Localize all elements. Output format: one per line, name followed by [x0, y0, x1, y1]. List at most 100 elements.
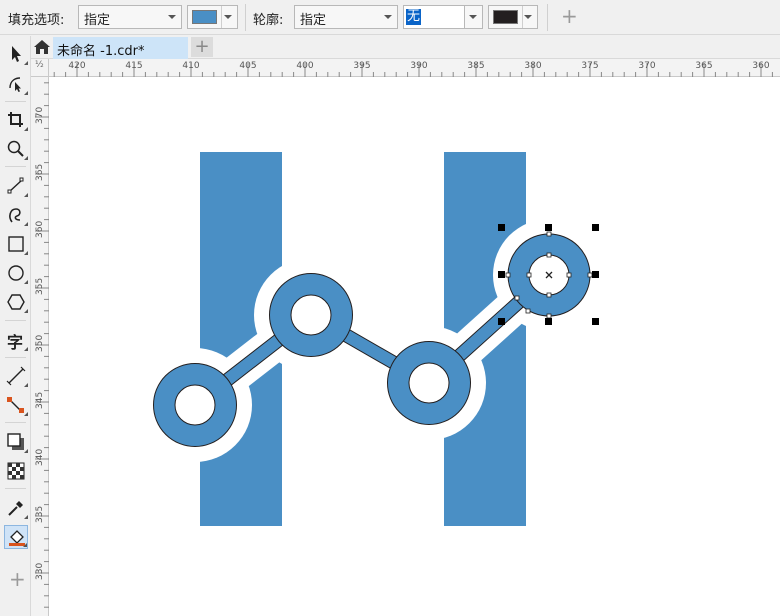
- flyout-indicator: [24, 61, 28, 65]
- flyout-indicator: [24, 156, 28, 160]
- fill-options-label: 填充选项:: [8, 13, 65, 28]
- flyout-indicator: [24, 127, 28, 131]
- shape-node-icon: [9, 77, 21, 92]
- ruler-label: 370: [638, 61, 656, 71]
- vertical-ruler[interactable]: 370 365 360 355 350 345 340 335 330: [31, 77, 49, 616]
- resize-handle-s: [545, 318, 552, 325]
- resize-handle-e: [592, 271, 599, 278]
- flyout-indicator: [24, 383, 28, 387]
- ruler-label: 385: [467, 61, 485, 71]
- corel-draw-window: 填充选项: 指定 轮廓: 指定 无 + 字 + 未命名 -1.cdr* + ½ …: [0, 0, 780, 616]
- resize-handle-n: [545, 224, 552, 231]
- ruler-label: 420: [68, 61, 86, 71]
- resize-handle-sw: [498, 318, 505, 325]
- interactive-fill-tool-button[interactable]: [4, 525, 28, 549]
- document-tab[interactable]: 未命名 -1.cdr*: [53, 37, 188, 59]
- polygon-tool-button[interactable]: [4, 290, 28, 314]
- ruler-label: 330: [35, 562, 45, 580]
- ruler-label: 360: [35, 220, 45, 238]
- ruler-label: 350: [35, 334, 45, 352]
- fill-color-swatch: [192, 10, 217, 24]
- home-icon: [34, 40, 50, 54]
- ruler-label: 380: [524, 61, 542, 71]
- outline-color-picker[interactable]: [488, 5, 538, 29]
- connector-tool-button[interactable]: [4, 393, 28, 417]
- outline-type-value: 指定: [300, 13, 327, 28]
- outline-width-input[interactable]: 无: [403, 5, 465, 29]
- flyout-indicator: [24, 222, 28, 226]
- divider: [547, 4, 548, 31]
- property-bar: 填充选项: 指定 轮廓: 指定 无 +: [0, 0, 780, 35]
- parallel-dimension-tool-button[interactable]: [4, 364, 28, 388]
- flyout-indicator: [24, 449, 28, 453]
- ruler-label: 365: [35, 163, 45, 181]
- dimension-line-icon: [6, 366, 26, 386]
- crop-tool-button[interactable]: [4, 108, 28, 132]
- ruler-label: 375: [581, 61, 599, 71]
- divider: [5, 320, 26, 321]
- ellipse-icon: [8, 265, 24, 281]
- ruler-label: 340: [35, 448, 45, 466]
- toolbox: 字 +: [0, 36, 31, 616]
- flyout-indicator: [24, 515, 28, 519]
- chevron-down-icon: [220, 6, 237, 28]
- outline-width-dropdown[interactable]: [464, 5, 483, 29]
- divider: [5, 166, 26, 167]
- welcome-screen-tab[interactable]: [31, 36, 53, 59]
- ruler-label: 365: [695, 61, 713, 71]
- drop-shadow-icon: [7, 433, 24, 450]
- add-tool-button[interactable]: +: [9, 569, 26, 589]
- divider: [245, 4, 246, 31]
- outline-color-swatch: [493, 10, 518, 24]
- artistic-media-tool-button[interactable]: [4, 203, 28, 227]
- flyout-indicator: [24, 91, 28, 95]
- divider: [5, 488, 26, 489]
- connector-icon: [7, 397, 24, 413]
- outline-width-value: 无: [406, 9, 422, 25]
- freehand-line-icon: [7, 177, 24, 194]
- shape-tool-button[interactable]: [4, 72, 28, 96]
- new-document-tab-button[interactable]: +: [191, 37, 213, 57]
- artwork: [138, 152, 605, 526]
- hexagon-icon: [7, 294, 25, 310]
- pointer-arrow-icon: [12, 46, 21, 62]
- magnifier-icon: [7, 140, 24, 157]
- fill-color-picker[interactable]: [187, 5, 238, 29]
- add-control-button[interactable]: +: [561, 6, 578, 26]
- outline-type-dropdown[interactable]: 指定: [294, 5, 398, 29]
- ruler-corner-label: ½: [35, 60, 44, 70]
- fill-type-dropdown[interactable]: 指定: [78, 5, 182, 29]
- divider: [5, 357, 26, 358]
- outline-label: 轮廓:: [253, 13, 284, 28]
- text-tool-button[interactable]: 字: [4, 328, 28, 352]
- flyout-indicator: [24, 347, 28, 351]
- ruler-label: 370: [35, 106, 45, 124]
- crop-icon: [8, 112, 23, 127]
- text-glyph-icon: 字: [7, 333, 24, 352]
- chevron-down-icon: [380, 6, 397, 28]
- resize-handle-ne: [592, 224, 599, 231]
- flyout-indicator: [24, 280, 28, 284]
- transparency-tool-button[interactable]: [4, 459, 28, 483]
- freehand-tool-button[interactable]: [4, 174, 28, 198]
- chevron-down-icon: [164, 6, 181, 28]
- ruler-label: 345: [35, 391, 45, 409]
- zoom-tool-button[interactable]: [4, 137, 28, 161]
- drawing-canvas[interactable]: [49, 77, 780, 616]
- ruler-origin-corner[interactable]: ½: [31, 59, 49, 77]
- pick-tool-button[interactable]: [4, 42, 28, 66]
- artistic-stroke-icon: [9, 208, 21, 223]
- color-eyedropper-tool-button[interactable]: [4, 496, 28, 520]
- ring-node-2-hole: [290, 294, 332, 336]
- ellipse-tool-button[interactable]: [4, 261, 28, 285]
- ruler-label: 355: [35, 277, 45, 295]
- flyout-indicator: [24, 193, 28, 197]
- horizontal-ruler[interactable]: 420 415 410 405 400 395 390 385 380 375 370 365 360: [49, 59, 780, 77]
- drop-shadow-tool-button[interactable]: [4, 430, 28, 454]
- eyedropper-icon: [8, 501, 23, 516]
- rectangle-tool-button[interactable]: [4, 232, 28, 256]
- ruler-label: 405: [239, 61, 257, 71]
- document-tab-bar: 未命名 -1.cdr* +: [31, 36, 780, 59]
- divider: [5, 422, 26, 423]
- chevron-down-icon: [520, 6, 537, 28]
